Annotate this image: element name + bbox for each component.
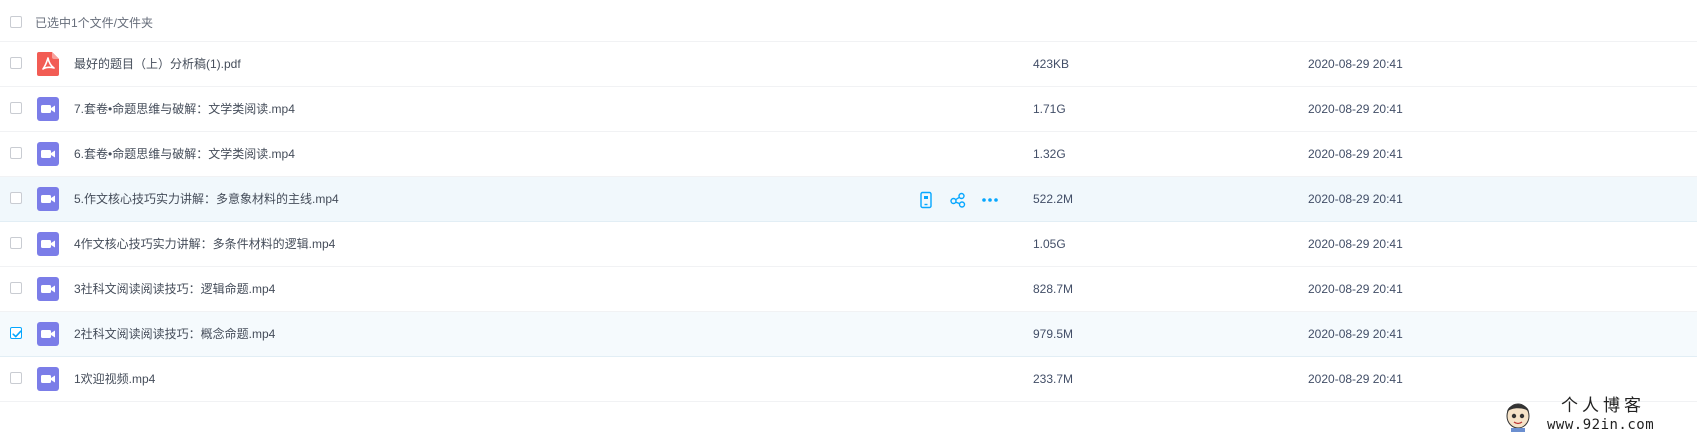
video-file-icon — [37, 187, 59, 211]
file-size: 1.32G — [1033, 147, 1066, 161]
pdf-file-icon — [37, 52, 59, 76]
selection-status-text: 已选中1个文件/文件夹 — [35, 16, 154, 30]
file-size: 522.2M — [1033, 192, 1074, 206]
file-name[interactable]: 2社科文阅读阅读技巧：概念命题.mp4 — [74, 326, 275, 342]
file-row[interactable]: 7.套卷•命题思维与破解：文学类阅读.mp4 1.71G 2020-08-29 … — [0, 87, 1697, 132]
row-checkbox[interactable] — [10, 57, 22, 69]
row-checkbox[interactable] — [10, 372, 22, 384]
file-date: 2020-08-29 20:41 — [1308, 282, 1403, 296]
video-file-icon — [37, 322, 59, 346]
file-row[interactable]: 最好的题目（上）分析稿(1).pdf 423KB 2020-08-29 20:4… — [0, 42, 1697, 87]
file-name[interactable]: 3社科文阅读阅读技巧：逻辑命题.mp4 — [74, 281, 275, 297]
file-date: 2020-08-29 20:41 — [1308, 102, 1403, 116]
more-icon[interactable] — [981, 191, 999, 209]
phone-save-icon[interactable] — [917, 191, 935, 209]
file-list-panel: 已选中1个文件/文件夹 最好的题目（上）分析稿(1).pdf 423KB 202… — [0, 0, 1697, 438]
watermark-title: 个人博客 — [1561, 396, 1645, 416]
file-name[interactable]: 1欢迎视频.mp4 — [74, 371, 155, 387]
watermark-url: www.92in.com — [1547, 417, 1655, 433]
mascot-face-icon — [1503, 398, 1533, 432]
file-row[interactable]: 5.作文核心技巧实力讲解：多意象材料的主线.mp4 522.2M 2020-08… — [0, 177, 1697, 222]
file-row[interactable]: 4作文核心技巧实力讲解：多条件材料的逻辑.mp4 1.05G 2020-08-2… — [0, 222, 1697, 267]
file-row[interactable]: 3社科文阅读阅读技巧：逻辑命题.mp4 828.7M 2020-08-29 20… — [0, 267, 1697, 312]
file-date: 2020-08-29 20:41 — [1308, 147, 1403, 161]
file-list: 最好的题目（上）分析稿(1).pdf 423KB 2020-08-29 20:4… — [0, 42, 1697, 402]
share-icon[interactable] — [949, 191, 967, 209]
file-name[interactable]: 7.套卷•命题思维与破解：文学类阅读.mp4 — [74, 101, 295, 117]
list-header: 已选中1个文件/文件夹 — [0, 0, 1697, 42]
video-file-icon — [37, 142, 59, 166]
file-name[interactable]: 4作文核心技巧实力讲解：多条件材料的逻辑.mp4 — [74, 236, 335, 252]
file-size: 1.71G — [1033, 102, 1066, 116]
file-size: 979.5M — [1033, 327, 1074, 341]
row-checkbox[interactable] — [10, 282, 22, 294]
file-date: 2020-08-29 20:41 — [1308, 327, 1403, 341]
file-size: 1.05G — [1033, 237, 1066, 251]
file-row[interactable]: 6.套卷•命题思维与破解：文学类阅读.mp4 1.32G 2020-08-29 … — [0, 132, 1697, 177]
file-size: 828.7M — [1033, 282, 1074, 296]
row-checkbox[interactable] — [10, 102, 22, 114]
row-checkbox[interactable] — [10, 192, 22, 204]
file-date: 2020-08-29 20:41 — [1308, 237, 1403, 251]
file-size: 233.7M — [1033, 372, 1074, 386]
video-file-icon — [37, 232, 59, 256]
row-checkbox[interactable] — [10, 147, 22, 159]
file-row[interactable]: 1欢迎视频.mp4 233.7M 2020-08-29 20:41 — [0, 357, 1697, 402]
file-date: 2020-08-29 20:41 — [1308, 57, 1403, 71]
video-file-icon — [37, 97, 59, 121]
file-date: 2020-08-29 20:41 — [1308, 192, 1403, 206]
file-date: 2020-08-29 20:41 — [1308, 372, 1403, 386]
row-checkbox[interactable] — [10, 237, 22, 249]
blog-watermark: 个人博客 www.92in.com — [1503, 396, 1693, 436]
select-all-checkbox[interactable] — [10, 16, 22, 28]
row-checkbox-checked[interactable] — [10, 327, 22, 339]
file-row[interactable]: 2社科文阅读阅读技巧：概念命题.mp4 979.5M 2020-08-29 20… — [0, 312, 1697, 357]
checkmark-icon — [12, 330, 22, 338]
file-name[interactable]: 6.套卷•命题思维与破解：文学类阅读.mp4 — [74, 146, 295, 162]
video-file-icon — [37, 367, 59, 391]
file-size: 423KB — [1033, 57, 1070, 71]
video-file-icon — [37, 277, 59, 301]
file-name[interactable]: 最好的题目（上）分析稿(1).pdf — [74, 56, 241, 72]
file-name[interactable]: 5.作文核心技巧实力讲解：多意象材料的主线.mp4 — [74, 191, 339, 207]
